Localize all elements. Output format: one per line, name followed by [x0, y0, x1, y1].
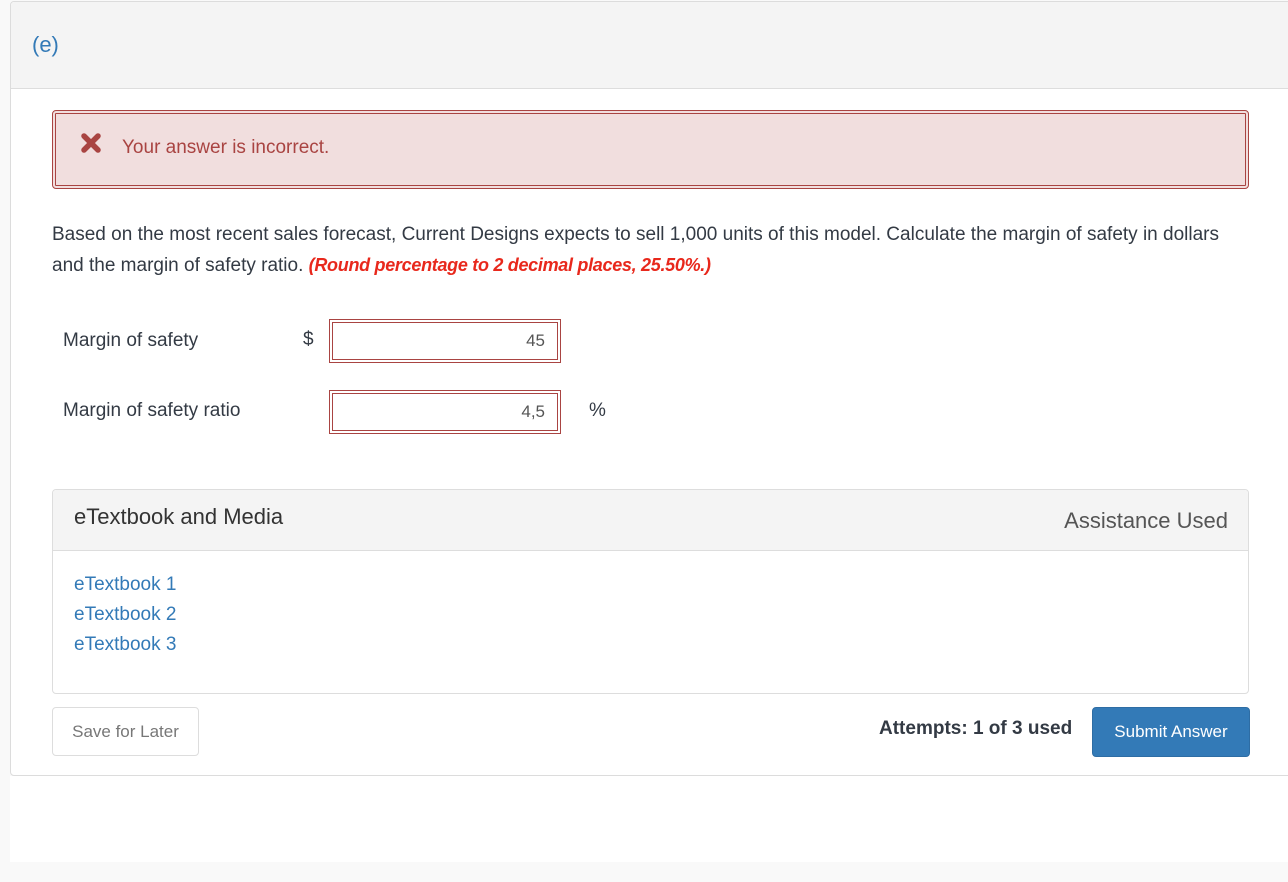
assistance-used-label: Assistance Used [1064, 508, 1228, 533]
media-links: eTextbook 1 eTextbook 2 eTextbook 3 [74, 570, 176, 660]
x-mark-icon [81, 133, 101, 153]
media-panel-header: eTextbook and Media Assistance Used [53, 490, 1248, 551]
margin-of-safety-input[interactable] [329, 319, 561, 363]
margin-of-safety-label: Margin of safety [63, 330, 199, 351]
page-bottom-area [10, 776, 1288, 862]
margin-of-safety-ratio-input[interactable] [329, 390, 561, 434]
margin-of-safety-ratio-label: Margin of safety ratio [63, 400, 241, 421]
save-for-later-button[interactable]: Save for Later [52, 707, 199, 756]
etextbook-link-1[interactable]: eTextbook 1 [74, 570, 176, 600]
etextbook-link-2[interactable]: eTextbook 2 [74, 600, 176, 630]
alert-message: Your answer is incorrect. [122, 137, 330, 158]
rounding-hint: (Round percentage to 2 decimal places, 2… [308, 255, 711, 275]
incorrect-alert: Your answer is incorrect. [52, 110, 1249, 189]
question-card: (e) Your answer is incorrect. Based on t… [10, 1, 1288, 776]
card-header: (e) [11, 2, 1288, 89]
part-label: (e) [32, 32, 59, 57]
question-text: Based on the most recent sales forecast,… [52, 220, 1252, 281]
submit-answer-button[interactable]: Submit Answer [1092, 707, 1250, 757]
dollar-prefix: $ [303, 329, 314, 350]
percent-suffix: % [589, 400, 606, 421]
media-panel-title: eTextbook and Media [74, 504, 284, 529]
attempts-counter: Attempts: 1 of 3 used [879, 718, 1073, 739]
etextbook-link-3[interactable]: eTextbook 3 [74, 630, 176, 660]
etextbook-media-panel: eTextbook and Media Assistance Used eTex… [52, 489, 1249, 694]
